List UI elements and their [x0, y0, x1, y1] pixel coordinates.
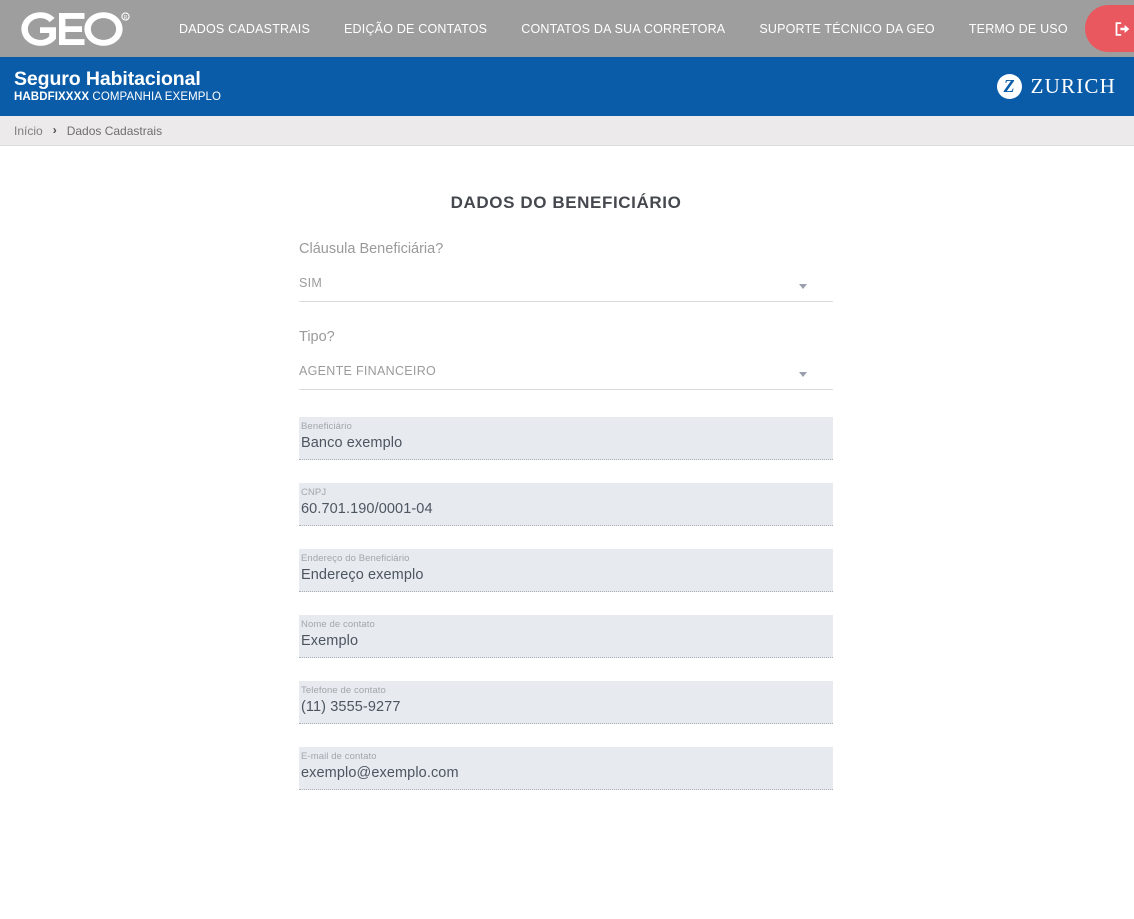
primary-nav-links: DADOS CADASTRAIS EDIÇÃO DE CONTATOS CONT…	[148, 16, 1085, 42]
cnpj-box[interactable]: CNPJ	[299, 483, 833, 526]
nav-termo-de-uso[interactable]: TERMO DE USO	[952, 16, 1085, 42]
select-tipo-value: AGENTE FINANCEIRO	[299, 364, 437, 378]
sign-out-icon	[1114, 21, 1131, 37]
endereco-do-beneficiario-box[interactable]: Endereço do Beneficiário	[299, 549, 833, 592]
chevron-down-icon	[799, 372, 807, 377]
beneficiary-form: DADOS DO BENEFICIÁRIO Cláusula Beneficiá…	[299, 193, 833, 790]
select-tipo[interactable]: AGENTE FINANCEIRO	[299, 362, 833, 390]
zurich-mark-icon: Z	[996, 74, 1022, 99]
title-block: Seguro Habitacional HABDFIXXXX COMPANHIA…	[14, 67, 221, 104]
label-cnpj: CNPJ	[301, 487, 327, 498]
field-beneficiario: Beneficiário	[299, 417, 833, 460]
field-tipo: Tipo? AGENTE FINANCEIRO	[299, 329, 833, 390]
nav-contatos-da-sua-corretora[interactable]: CONTATOS DA SUA CORRETORA	[504, 16, 742, 42]
geo-logo[interactable]: R	[0, 0, 148, 57]
nav-suporte-tecnico-da-geo[interactable]: SUPORTE TÉCNICO DA GEO	[742, 16, 952, 42]
top-navigation-bar: R DADOS CADASTRAIS EDIÇÃO DE CONTATOS CO…	[0, 0, 1134, 57]
svg-text:R: R	[124, 15, 128, 21]
telefone-de-contato-box[interactable]: Telefone de contato	[299, 681, 833, 724]
zurich-mark-letter: Z	[1003, 75, 1015, 96]
field-telefone-de-contato: Telefone de contato	[299, 681, 833, 724]
page-subtitle: HABDFIXXXX COMPANHIA EXEMPLO	[14, 91, 221, 104]
breadcrumb-current: Dados Cadastrais	[66, 123, 163, 138]
beneficiario-box[interactable]: Beneficiário	[299, 417, 833, 460]
breadcrumb-home[interactable]: Início	[14, 124, 43, 138]
chevron-down-icon	[799, 284, 807, 289]
zurich-logo: Z ZURICH	[996, 74, 1116, 99]
chevron-right-icon: ›	[52, 122, 57, 137]
nav-dados-cadastrais[interactable]: DADOS CADASTRAIS	[162, 16, 327, 42]
e-mail-de-contato-input[interactable]	[301, 764, 823, 783]
nome-de-contato-box[interactable]: Nome de contato	[299, 615, 833, 658]
e-mail-de-contato-box[interactable]: E-mail de contato	[299, 747, 833, 790]
nav-edicao-de-contatos[interactable]: EDIÇÃO DE CONTATOS	[327, 16, 504, 42]
company-name: COMPANHIA EXEMPLO	[92, 91, 222, 104]
page-title-bar: Seguro Habitacional HABDFIXXXX COMPANHIA…	[0, 57, 1134, 116]
select-clausula-beneficiaria[interactable]: SIM	[299, 274, 833, 302]
label-beneficiario: Beneficiário	[301, 421, 352, 432]
policy-code: HABDFIXXXX	[14, 91, 90, 104]
field-clausula-beneficiaria: Cláusula Beneficiária? SIM	[299, 241, 833, 302]
breadcrumb: Início › Dados Cadastrais	[0, 116, 1134, 146]
label-endereco-do-beneficiario: Endereço do Beneficiário	[301, 553, 410, 564]
page-title: Seguro Habitacional	[14, 67, 201, 90]
zurich-wordmark: ZURICH	[1030, 74, 1116, 98]
page-body: DADOS DO BENEFICIÁRIO Cláusula Beneficiá…	[0, 146, 1134, 918]
label-e-mail-de-contato: E-mail de contato	[301, 751, 377, 762]
field-cnpj: CNPJ	[299, 483, 833, 526]
telefone-de-contato-input[interactable]	[301, 698, 823, 717]
endereco-do-beneficiario-input[interactable]	[301, 566, 823, 585]
field-endereco-do-beneficiario: Endereço do Beneficiário	[299, 549, 833, 592]
label-tipo: Tipo?	[299, 329, 335, 345]
label-nome-de-contato: Nome de contato	[301, 619, 375, 630]
cnpj-input[interactable]	[301, 500, 823, 519]
label-clausula-beneficiaria: Cláusula Beneficiária?	[299, 241, 444, 257]
label-telefone-de-contato: Telefone de contato	[301, 685, 386, 696]
nome-de-contato-input[interactable]	[301, 632, 823, 651]
field-nome-de-contato: Nome de contato	[299, 615, 833, 658]
logout-button[interactable]: SAIR	[1084, 5, 1134, 52]
beneficiario-input[interactable]	[301, 434, 823, 453]
form-heading: DADOS DO BENEFICIÁRIO	[450, 193, 682, 212]
select-clausula-beneficiaria-value: SIM	[299, 276, 323, 290]
field-e-mail-de-contato: E-mail de contato	[299, 747, 833, 790]
